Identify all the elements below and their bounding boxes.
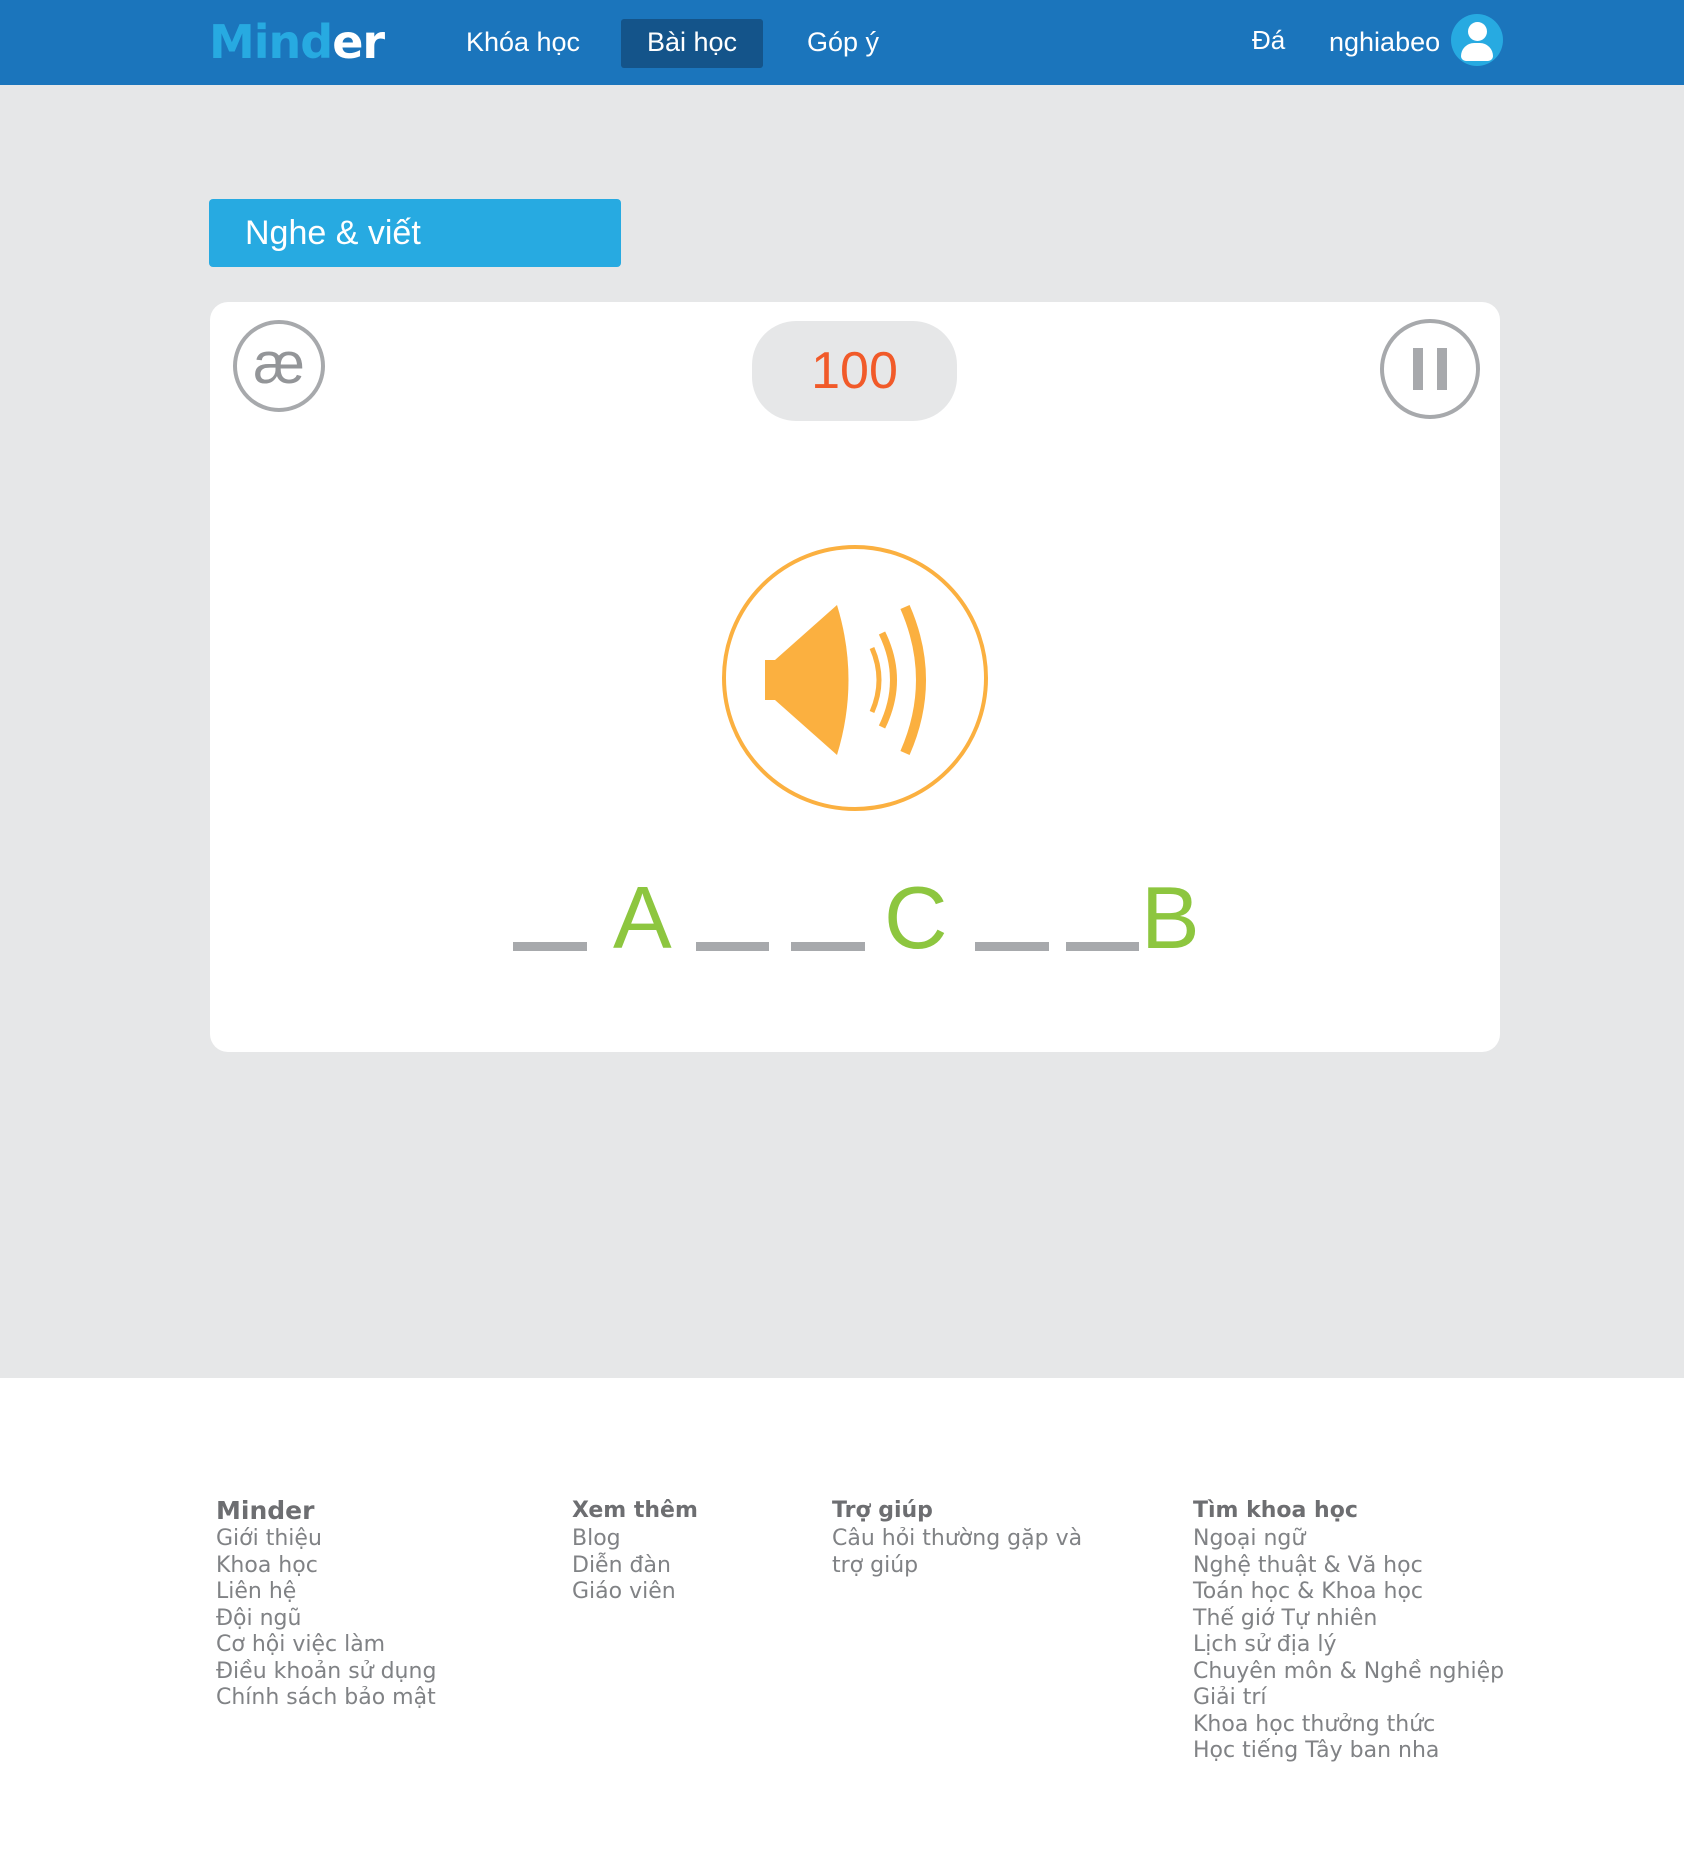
- footer-link[interactable]: Diễn đàn: [572, 1553, 698, 1580]
- footer-heading: Minder: [216, 1496, 315, 1525]
- footer-column-minder: Minder Giới thiệu Khoa học Liên hệ Đội n…: [216, 1496, 436, 1712]
- letter-blank[interactable]: [696, 942, 769, 951]
- letter-blank[interactable]: [513, 942, 587, 951]
- footer-column-xem-them: Xem thêm Blog Diễn đàn Giáo viên: [572, 1496, 698, 1606]
- letter-blank[interactable]: [1066, 942, 1139, 951]
- revealed-letter: A: [613, 868, 672, 967]
- footer-link[interactable]: Ngoại ngữ: [1193, 1526, 1504, 1553]
- footer-link[interactable]: Liên hệ: [216, 1579, 436, 1606]
- lesson-title: Nghe & viết: [209, 199, 621, 267]
- footer-link[interactable]: Blog: [572, 1526, 698, 1553]
- footer-link[interactable]: Cơ hội việc làm: [216, 1632, 436, 1659]
- footer-link[interactable]: Câu hỏi thường gặp và: [832, 1526, 1082, 1553]
- avatar-body: [1461, 43, 1493, 61]
- score-display: 100: [752, 321, 957, 421]
- footer-link[interactable]: Giáo viên: [572, 1579, 698, 1606]
- footer-heading: Xem thêm: [572, 1498, 698, 1523]
- letter-blank[interactable]: [791, 942, 865, 951]
- footer-link[interactable]: Học tiếng Tây ban nha: [1193, 1738, 1504, 1765]
- footer-link[interactable]: Chuyên môn & Nghề nghiệp: [1193, 1659, 1504, 1686]
- footer-link[interactable]: trợ giúp: [832, 1553, 1082, 1580]
- logo-part-er: er: [332, 15, 385, 69]
- logo[interactable]: Minder: [209, 14, 385, 70]
- footer-column-tro-giup: Trợ giúp Câu hỏi thường gặp và trợ giúp: [832, 1496, 1082, 1579]
- footer-link[interactable]: Khoa học thưởng thức: [1193, 1712, 1504, 1739]
- footer-link[interactable]: Giới thiệu: [216, 1526, 436, 1553]
- revealed-letter: B: [1141, 868, 1200, 967]
- footer-link[interactable]: Đội ngũ: [216, 1606, 436, 1633]
- footer-link[interactable]: Khoa học: [216, 1553, 436, 1580]
- footer-link[interactable]: Giải trí: [1193, 1685, 1504, 1712]
- logo-part-min: Min: [209, 15, 301, 69]
- footer-link[interactable]: Nghệ thuật & Vă học: [1193, 1553, 1504, 1580]
- footer-heading: Trợ giúp: [832, 1498, 933, 1523]
- letter-blank[interactable]: [975, 942, 1049, 951]
- avatar-head: [1468, 22, 1487, 41]
- nav-gop-y[interactable]: Góp ý: [793, 19, 893, 68]
- pause-bar-left: [1413, 348, 1423, 390]
- footer-column-tim-khoa-hoc: Tìm khoa học Ngoại ngữ Nghệ thuật & Vă h…: [1193, 1496, 1504, 1765]
- footer-link[interactable]: Điều khoản sử dụng: [216, 1659, 436, 1686]
- top-navbar: Minder Khóa học Bài học Góp ý Đá nghiabe…: [0, 0, 1684, 85]
- language-selector[interactable]: Đá: [1252, 22, 1285, 58]
- ipa-symbol-button[interactable]: æ: [233, 320, 325, 412]
- pause-bar-right: [1437, 348, 1447, 390]
- pause-icon[interactable]: [1380, 319, 1480, 419]
- footer-link[interactable]: Lịch sử địa lý: [1193, 1632, 1504, 1659]
- revealed-letter: C: [884, 868, 948, 967]
- word-puzzle: A C B: [500, 860, 1220, 970]
- logo-part-d: d: [300, 15, 333, 69]
- username[interactable]: nghiabeo: [1329, 24, 1440, 60]
- footer-link[interactable]: Toán học & Khoa học: [1193, 1579, 1504, 1606]
- footer-heading: Tìm khoa học: [1193, 1498, 1358, 1523]
- nav-bai-hoc[interactable]: Bài học: [621, 19, 763, 68]
- speaker-icon[interactable]: [722, 545, 988, 811]
- user-icon[interactable]: [1451, 14, 1503, 66]
- footer-link[interactable]: Thế giớ Tự nhiên: [1193, 1606, 1504, 1633]
- footer-link[interactable]: Chính sách bảo mật: [216, 1685, 436, 1712]
- nav-khoa-hoc[interactable]: Khóa học: [449, 19, 597, 68]
